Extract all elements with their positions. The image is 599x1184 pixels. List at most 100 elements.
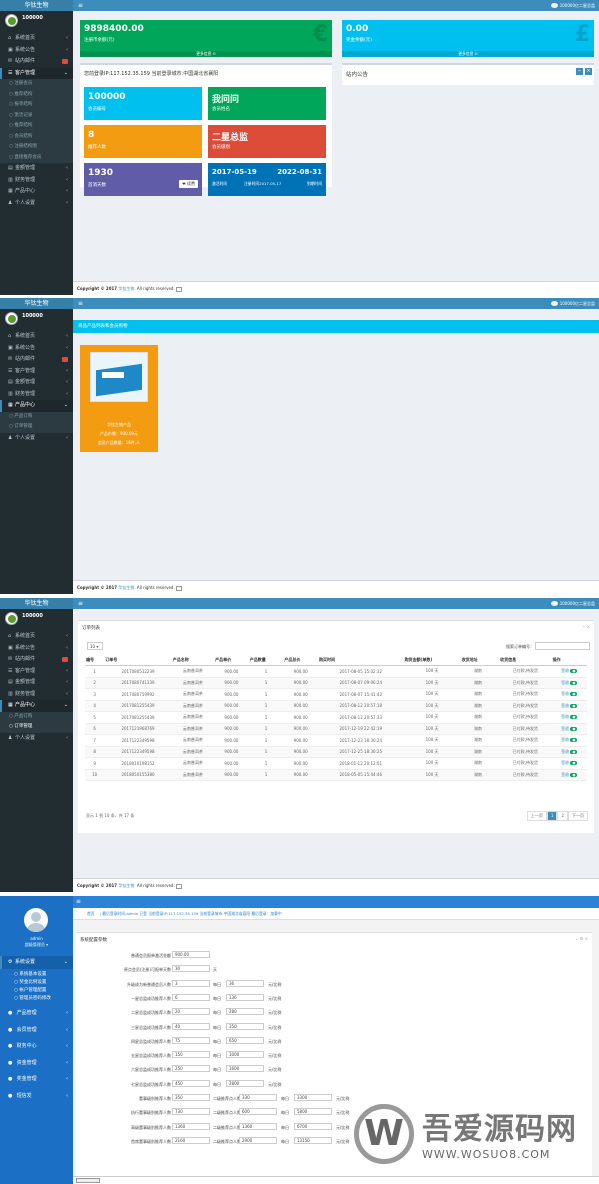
sign-action[interactable]: 签收 ● xyxy=(551,665,587,678)
sidebar-item[interactable]: ▣ 系统公告 ‹ xyxy=(0,643,73,655)
submenu-item[interactable]: ○ 订单管理 xyxy=(0,422,73,433)
panel-tools-icon[interactable]: ⌄ ⚙ × xyxy=(575,936,588,941)
amount-input[interactable]: 350 xyxy=(226,1022,264,1030)
sign-link[interactable]: 签收 xyxy=(561,668,569,673)
sidebar-item[interactable]: ☰ 客户管理 ⌄ xyxy=(0,67,73,79)
page-link[interactable]: 1 xyxy=(546,811,558,821)
product-card[interactable]: 华钛生物产品 产品价格：900.00元 会员产品数量：16件,人 xyxy=(80,345,158,452)
sidebar-item[interactable]: ☰ 客户管理 ‹ xyxy=(0,366,73,378)
sign-link[interactable]: 签收 xyxy=(561,760,569,765)
footer-link[interactable]: 华钛生物. xyxy=(118,883,135,888)
page-size-select[interactable]: 10 ▾ xyxy=(87,642,103,650)
sidebar-item[interactable]: ▦ 产品中心 ⌄ xyxy=(0,400,73,412)
sign-action[interactable]: 签收 ● xyxy=(551,746,587,758)
sidebar-item[interactable]: ▣ 系统公告 ‹ xyxy=(0,343,73,355)
sign-link[interactable]: 签收 xyxy=(561,680,569,685)
sidebar-item[interactable]: ▦ 产品中心 ‹ xyxy=(0,186,73,198)
field-input[interactable]: 350 xyxy=(172,1094,210,1101)
amount-input[interactable]: 1600 xyxy=(226,1065,264,1073)
amount-input[interactable]: 280 xyxy=(226,1008,264,1016)
column-header[interactable]: 收货地址 xyxy=(460,654,496,666)
brand-logo[interactable]: 华钛生物 xyxy=(0,298,73,309)
field-input[interactable]: 730 xyxy=(172,1108,210,1116)
sidebar-item[interactable]: ✉ 站内邮件 xyxy=(0,654,73,666)
sign-link[interactable]: 签收 xyxy=(561,691,569,696)
submenu-item[interactable]: ○ 注册结构图 xyxy=(0,142,73,153)
close-icon[interactable]: × xyxy=(585,68,592,75)
sidebar-item[interactable]: ♟ 个人设置 ‹ xyxy=(0,198,73,210)
sidebar-item[interactable]: ▥ 财务管理 ‹ xyxy=(0,175,73,187)
column-header[interactable]: 编号 xyxy=(85,654,105,666)
sidebar-toggle-icon[interactable]: ≡ xyxy=(78,298,83,309)
footer-link[interactable]: 华钛生物. xyxy=(118,585,135,590)
second-level-input[interactable]: 600 xyxy=(239,1108,277,1116)
column-header[interactable]: 购货金额(单数) xyxy=(403,654,461,666)
column-header[interactable]: 产品数量 xyxy=(248,654,284,666)
page-link[interactable]: 2 xyxy=(557,811,568,821)
submenu-item[interactable]: ○ 系统基本设置 xyxy=(0,971,73,979)
sign-link[interactable]: 签收 xyxy=(561,703,569,708)
submenu-item[interactable]: ○ 产品订购 xyxy=(0,712,73,723)
field-input[interactable]: 40 xyxy=(172,1022,210,1030)
field-input[interactable]: 75 xyxy=(172,1036,210,1044)
submenu-item[interactable]: ○ 注册会员 xyxy=(0,79,73,90)
user-menu[interactable]: 100000亿二星总监 xyxy=(550,600,595,607)
sidebar-item[interactable]: ⌂ 系统首页 ‹ xyxy=(0,331,73,343)
collapse-icon[interactable]: − xyxy=(576,68,583,75)
sidebar-item[interactable]: ⌂ 系统首页 ‹ xyxy=(0,33,73,45)
submenu-item[interactable]: ○ 产品订购 xyxy=(0,412,73,423)
sidebar-item[interactable]: ▦ 产品中心 ⌄ xyxy=(0,700,73,712)
toggle-switch[interactable]: ● xyxy=(570,703,578,708)
footer-link[interactable]: 华钛生物. xyxy=(118,286,135,291)
field-input[interactable]: 20 xyxy=(172,1008,210,1016)
toggle-switch[interactable]: ● xyxy=(570,772,578,777)
page-link[interactable]: 上一页 xyxy=(526,811,547,821)
sidebar-toggle-icon[interactable]: ≡ xyxy=(78,0,83,11)
submenu-item[interactable]: ○ 帐户管理配置 xyxy=(0,987,73,995)
sign-link[interactable]: 签收 xyxy=(561,726,569,731)
renew-button[interactable]: ✚ 续费 xyxy=(179,180,198,188)
field-input[interactable]: 450 xyxy=(172,1079,210,1087)
amount-input[interactable]: 5800 xyxy=(294,1108,332,1116)
toggle-switch[interactable]: ● xyxy=(570,749,578,754)
sign-action[interactable]: 签收 ● xyxy=(551,711,587,724)
sign-action[interactable]: 签收 ● xyxy=(551,700,587,712)
field-input[interactable]: 250 xyxy=(172,1065,210,1073)
sidebar-item[interactable]: ● 产品管理 ‹ xyxy=(0,1005,73,1022)
sidebar-item[interactable]: ▤ 金额管理 ‹ xyxy=(0,377,73,389)
submenu-item[interactable]: ○ 报单结构 xyxy=(0,100,73,111)
sidebar-item[interactable]: ● 资金管理 ‹ xyxy=(0,1055,73,1072)
submenu-item[interactable]: ○ 管理员密码修改 xyxy=(0,995,73,1003)
sidebar-item[interactable]: ▥ 财务管理 ‹ xyxy=(0,389,73,401)
toggle-switch[interactable]: ● xyxy=(570,715,578,720)
sign-link[interactable]: 签收 xyxy=(561,714,569,719)
brand-logo[interactable]: 华钛生物 xyxy=(0,0,73,11)
sidebar-item[interactable]: ▤ 金额管理 ‹ xyxy=(0,163,73,175)
amount-input[interactable]: 650 xyxy=(226,1036,264,1044)
second-level-input[interactable]: 1360 xyxy=(239,1122,277,1130)
column-header[interactable]: 产品总价 xyxy=(283,654,318,666)
sidebar-item[interactable]: ♟ 个人设置 ‹ xyxy=(0,433,73,445)
submenu-item[interactable]: ○ 直接推荐会员 xyxy=(0,153,73,164)
column-header[interactable]: 收货信息 xyxy=(499,654,552,666)
field-input[interactable]: 2160 xyxy=(172,1136,210,1144)
sign-link[interactable]: 签收 xyxy=(561,749,569,754)
sidebar-item[interactable]: ✉ 站内邮件 xyxy=(0,354,73,366)
column-header[interactable]: 购买时间 xyxy=(317,654,404,666)
submenu-item[interactable]: ○ 订单管理 xyxy=(0,722,73,733)
sign-action[interactable]: 签收 ● xyxy=(551,723,587,735)
admin-role[interactable]: 超级管理员 ▾ xyxy=(0,942,73,948)
sidebar-item[interactable]: ▣ 系统公告 ‹ xyxy=(0,45,73,57)
sidebar-item[interactable]: ● 财务中心 ‹ xyxy=(0,1038,73,1055)
second-level-input[interactable]: 2900 xyxy=(239,1136,277,1144)
sidebar-item[interactable]: ✉ 站内邮件 xyxy=(0,56,73,68)
submenu-item[interactable]: ○ 会员结构 xyxy=(0,132,73,143)
amount-input[interactable]: 13150 xyxy=(294,1136,332,1144)
submenu-item[interactable]: ○ 奖金比例设置 xyxy=(0,979,73,987)
sign-action[interactable]: 签收 ● xyxy=(551,677,587,689)
amount-input[interactable]: 2800 xyxy=(226,1079,264,1087)
sidebar-item[interactable]: ▤ 金额管理 ‹ xyxy=(0,677,73,689)
toggle-switch[interactable]: ● xyxy=(570,726,578,731)
amount-input[interactable]: 6700 xyxy=(294,1122,332,1130)
field-input[interactable]: 1360 xyxy=(172,1122,210,1130)
